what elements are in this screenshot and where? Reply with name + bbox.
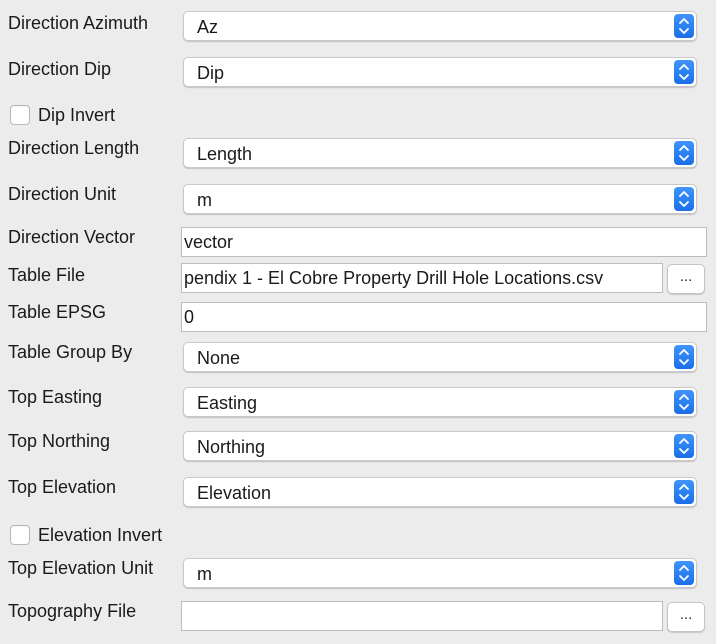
- elevation-invert-checkbox[interactable]: [10, 525, 30, 545]
- direction-length-value: Length: [197, 144, 253, 164]
- top-easting-value: Easting: [197, 393, 258, 413]
- row-topography-file: Topography File ...: [0, 601, 716, 635]
- direction-unit-select[interactable]: m: [183, 184, 697, 214]
- row-direction-unit: Direction Unit m: [0, 184, 716, 218]
- up-down-chevron-icon: [674, 60, 694, 84]
- row-direction-vector: Direction Vector vector: [0, 227, 716, 259]
- direction-vector-value: vector: [184, 232, 234, 252]
- dip-invert-checkbox[interactable]: [10, 105, 30, 125]
- up-down-chevron-icon: [674, 14, 694, 38]
- row-top-elevation-unit: Top Elevation Unit m: [0, 558, 716, 592]
- topography-file-label: Topography File: [8, 601, 137, 621]
- up-down-chevron-icon: [674, 390, 694, 414]
- direction-length-label: Direction Length: [8, 138, 140, 158]
- row-table-epsg: Table EPSG 0: [0, 302, 716, 334]
- direction-unit-value: m: [197, 190, 212, 210]
- direction-azimuth-value: Az: [197, 17, 219, 37]
- direction-vector-input[interactable]: vector: [181, 227, 707, 257]
- dip-invert-label[interactable]: Dip Invert: [38, 105, 115, 126]
- table-group-by-select[interactable]: None: [183, 342, 697, 372]
- top-elevation-unit-label: Top Elevation Unit: [8, 558, 154, 578]
- direction-azimuth-select[interactable]: Az: [183, 11, 697, 41]
- direction-length-select[interactable]: Length: [183, 138, 697, 168]
- top-easting-label: Top Easting: [8, 387, 103, 407]
- top-northing-select[interactable]: Northing: [183, 431, 697, 461]
- row-table-group-by: Table Group By None: [0, 342, 716, 376]
- table-file-label: Table File: [8, 265, 86, 285]
- row-elevation-invert: Elevation Invert: [0, 524, 716, 548]
- up-down-chevron-icon: [674, 561, 694, 585]
- table-group-by-label: Table Group By: [8, 342, 133, 362]
- direction-azimuth-label: Direction Azimuth: [8, 13, 149, 33]
- topography-file-input[interactable]: [181, 601, 663, 631]
- row-direction-azimuth: Direction Azimuth Az: [0, 11, 716, 45]
- direction-vector-label: Direction Vector: [8, 227, 136, 247]
- table-epsg-label: Table EPSG: [8, 302, 107, 322]
- top-elevation-unit-value: m: [197, 564, 212, 584]
- elevation-invert-label[interactable]: Elevation Invert: [38, 525, 162, 546]
- top-easting-select[interactable]: Easting: [183, 387, 697, 417]
- up-down-chevron-icon: [674, 345, 694, 369]
- row-dip-invert: Dip Invert: [0, 104, 716, 128]
- top-northing-value: Northing: [197, 437, 266, 457]
- top-elevation-label: Top Elevation: [8, 477, 117, 497]
- up-down-chevron-icon: [674, 434, 694, 458]
- row-top-easting: Top Easting Easting: [0, 387, 716, 421]
- direction-dip-select[interactable]: Dip: [183, 57, 697, 87]
- table-group-by-value: None: [197, 348, 241, 368]
- table-file-value: pendix 1 - El Cobre Property Drill Hole …: [184, 268, 604, 288]
- row-top-northing: Top Northing Northing: [0, 431, 716, 465]
- row-top-elevation: Top Elevation Elevation: [0, 477, 716, 511]
- up-down-chevron-icon: [674, 141, 694, 165]
- row-direction-length: Direction Length Length: [0, 138, 716, 172]
- up-down-chevron-icon: [674, 187, 694, 211]
- top-elevation-unit-select[interactable]: m: [183, 558, 697, 588]
- top-elevation-select[interactable]: Elevation: [183, 477, 697, 507]
- table-file-input[interactable]: pendix 1 - El Cobre Property Drill Hole …: [181, 263, 663, 293]
- table-epsg-input[interactable]: 0: [181, 302, 707, 332]
- direction-unit-label: Direction Unit: [8, 184, 117, 204]
- table-file-browse-button[interactable]: ...: [667, 264, 705, 294]
- table-epsg-value: 0: [184, 307, 195, 327]
- row-table-file: Table File pendix 1 - El Cobre Property …: [0, 263, 716, 297]
- direction-dip-value: Dip: [197, 63, 225, 83]
- up-down-chevron-icon: [674, 480, 694, 504]
- top-northing-label: Top Northing: [8, 431, 111, 451]
- direction-dip-label: Direction Dip: [8, 59, 112, 79]
- top-elevation-value: Elevation: [197, 483, 272, 503]
- row-direction-dip: Direction Dip Dip: [0, 57, 716, 91]
- topography-file-browse-button[interactable]: ...: [667, 602, 705, 632]
